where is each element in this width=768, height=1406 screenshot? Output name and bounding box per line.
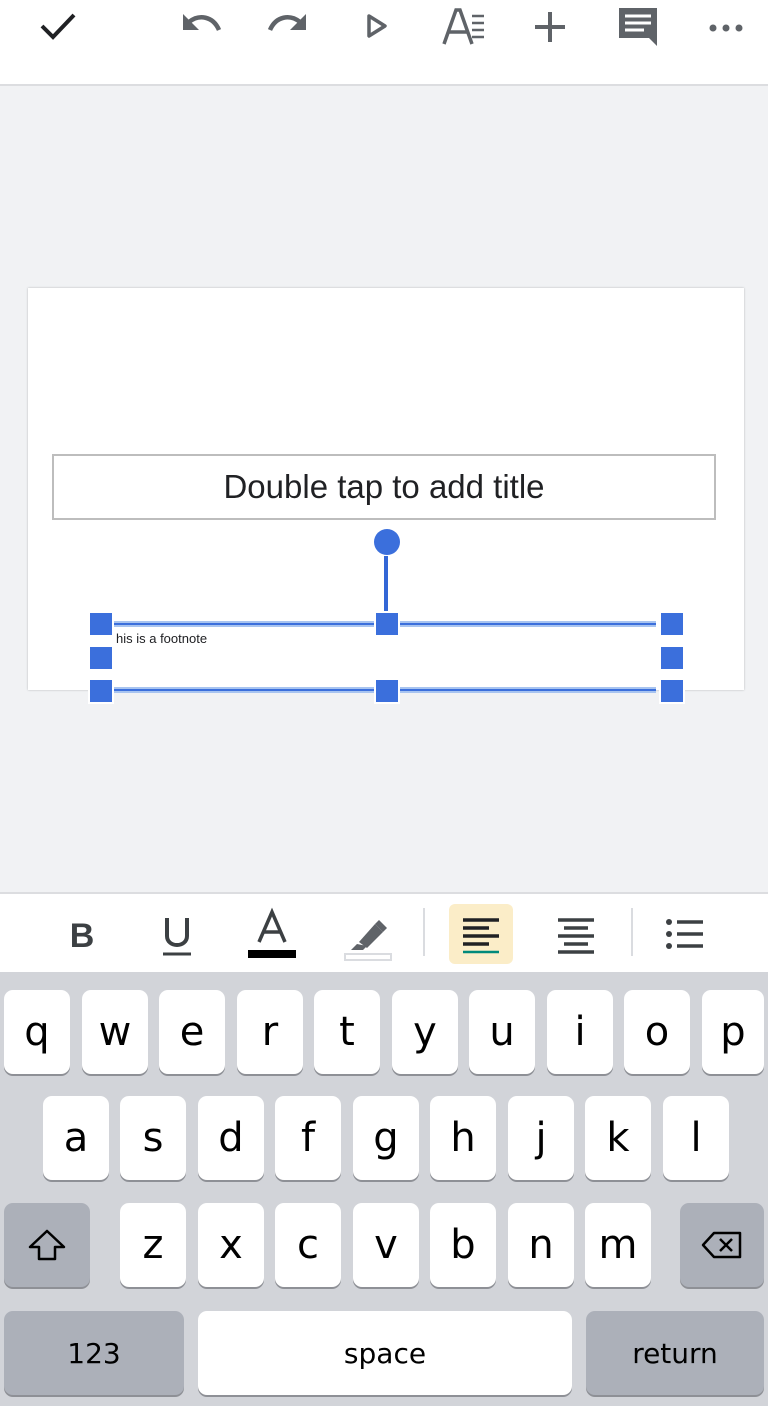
bold-icon[interactable]: B bbox=[50, 904, 114, 964]
key-z[interactable]: z bbox=[120, 1203, 186, 1287]
key-t[interactable]: t bbox=[314, 990, 380, 1074]
key-w[interactable]: w bbox=[82, 990, 148, 1074]
title-placeholder-text: Double tap to add title bbox=[223, 468, 545, 505]
key-x[interactable]: x bbox=[198, 1203, 264, 1287]
resize-handle-top[interactable] bbox=[374, 611, 400, 637]
undo-icon[interactable] bbox=[175, 4, 227, 48]
key-p[interactable]: p bbox=[702, 990, 764, 1074]
return-key[interactable]: return bbox=[586, 1311, 764, 1395]
key-s[interactable]: s bbox=[120, 1096, 186, 1180]
key-a[interactable]: a bbox=[43, 1096, 109, 1180]
text-color-icon[interactable] bbox=[240, 904, 304, 964]
footnote-text[interactable]: his is a footnote bbox=[116, 631, 207, 646]
title-placeholder[interactable]: Double tap to add title bbox=[52, 454, 716, 520]
format-separator bbox=[631, 908, 633, 956]
key-d[interactable]: d bbox=[198, 1096, 264, 1180]
key-g[interactable]: g bbox=[353, 1096, 419, 1180]
svg-text:B: B bbox=[70, 917, 95, 955]
key-k[interactable]: k bbox=[585, 1096, 651, 1180]
key-o[interactable]: o bbox=[624, 990, 690, 1074]
resize-handle-top-left[interactable] bbox=[88, 611, 114, 637]
key-c[interactable]: c bbox=[275, 1203, 341, 1287]
text-format-icon[interactable] bbox=[438, 4, 490, 48]
present-icon[interactable] bbox=[350, 4, 402, 48]
backspace-icon bbox=[701, 1231, 742, 1259]
key-y[interactable]: y bbox=[392, 990, 458, 1074]
key-b[interactable]: b bbox=[430, 1203, 496, 1287]
redo-icon[interactable] bbox=[262, 4, 314, 48]
bulleted-list-icon[interactable] bbox=[653, 904, 717, 964]
space-key[interactable]: space bbox=[198, 1311, 572, 1395]
resize-handle-right[interactable] bbox=[659, 645, 685, 671]
key-i[interactable]: i bbox=[547, 990, 613, 1074]
keyboard: q w e r t y u i o p a s d f g h j k l z … bbox=[0, 972, 768, 1406]
key-l[interactable]: l bbox=[663, 1096, 729, 1180]
resize-handle-bottom-right[interactable] bbox=[659, 678, 685, 704]
align-left-icon[interactable] bbox=[449, 904, 513, 964]
check-icon[interactable] bbox=[32, 4, 84, 48]
add-icon[interactable] bbox=[524, 4, 576, 48]
resize-handle-bottom[interactable] bbox=[374, 678, 400, 704]
resize-handle-top-right[interactable] bbox=[659, 611, 685, 637]
comment-icon[interactable] bbox=[612, 4, 664, 48]
key-n[interactable]: n bbox=[508, 1203, 574, 1287]
rotation-handle[interactable] bbox=[374, 529, 400, 555]
highlight-icon[interactable] bbox=[335, 904, 399, 964]
key-r[interactable]: r bbox=[237, 990, 303, 1074]
key-m[interactable]: m bbox=[585, 1203, 651, 1287]
key-q[interactable]: q bbox=[4, 990, 70, 1074]
underline-icon[interactable] bbox=[145, 904, 209, 964]
numbers-key[interactable]: 123 bbox=[4, 1311, 184, 1395]
format-bar: B bbox=[0, 892, 768, 974]
key-f[interactable]: f bbox=[275, 1096, 341, 1180]
resize-handle-left[interactable] bbox=[88, 645, 114, 671]
top-toolbar bbox=[0, 0, 768, 86]
backspace-key[interactable] bbox=[680, 1203, 764, 1287]
key-j[interactable]: j bbox=[508, 1096, 574, 1180]
key-h[interactable]: h bbox=[430, 1096, 496, 1180]
format-separator bbox=[423, 908, 425, 956]
shift-icon bbox=[28, 1229, 66, 1261]
key-u[interactable]: u bbox=[469, 990, 535, 1074]
rotation-stem bbox=[384, 556, 388, 616]
shift-key[interactable] bbox=[4, 1203, 90, 1287]
align-center-icon[interactable] bbox=[544, 904, 608, 964]
slide-canvas[interactable]: Double tap to add title his is a footnot… bbox=[0, 86, 768, 892]
more-icon[interactable] bbox=[700, 4, 752, 48]
key-v[interactable]: v bbox=[353, 1203, 419, 1287]
resize-handle-bottom-left[interactable] bbox=[88, 678, 114, 704]
key-e[interactable]: e bbox=[159, 990, 225, 1074]
